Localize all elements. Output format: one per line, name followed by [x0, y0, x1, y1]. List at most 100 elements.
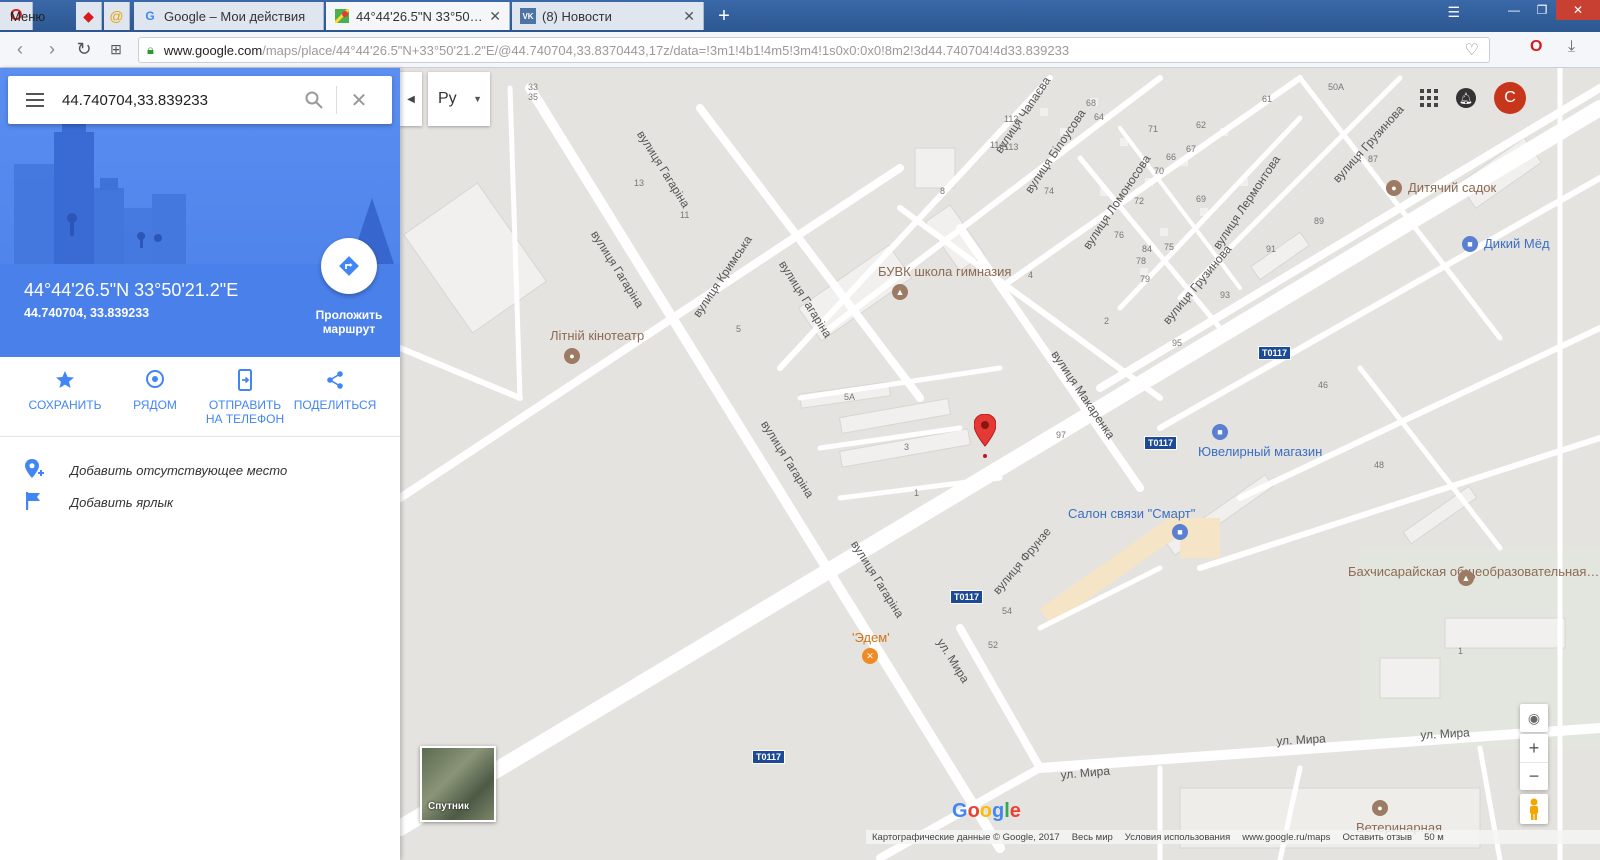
tab-title: 44°44'26.5"N 33°50'21.2"E: [356, 8, 483, 24]
nearby-icon: [110, 368, 200, 392]
school-icon[interactable]: ▲: [892, 284, 908, 300]
flag-icon: [24, 491, 70, 514]
landmark-icon[interactable]: ●: [1386, 180, 1402, 196]
search-icon[interactable]: [292, 76, 336, 124]
add-location-icon: [24, 458, 70, 483]
place-actions: СОХРАНИТЬ РЯДОМ ОТПРАВИТЬ НА ТЕЛЕФОН ПОД…: [0, 368, 400, 436]
tab-title: Google – Мои действия: [164, 8, 306, 24]
send-to-phone-icon: [200, 368, 290, 392]
new-tab-button[interactable]: +: [712, 2, 736, 30]
map-roads-layer: [400, 68, 1600, 860]
road-shield: T0117: [950, 590, 984, 604]
lock-icon: 🔒︎: [147, 42, 154, 57]
url-field[interactable]: 🔒︎ www.google.com /maps/place/44°44'26.5…: [138, 37, 1490, 63]
scale-label: 50 м: [1424, 831, 1444, 843]
speed-dial-icon[interactable]: ⊞: [100, 34, 132, 66]
share-button[interactable]: ПОДЕЛИТЬСЯ: [290, 368, 380, 436]
footer-link-site[interactable]: www.google.ru/maps: [1242, 832, 1330, 843]
google-apps-icon[interactable]: [1420, 89, 1438, 107]
zoom-in-button[interactable]: +: [1520, 734, 1548, 762]
collapse-panel-button[interactable]: ◀: [400, 72, 422, 126]
back-icon[interactable]: ‹: [4, 34, 36, 66]
landmark-icon[interactable]: ●: [1372, 800, 1388, 816]
nearby-label: РЯДОМ: [133, 398, 177, 412]
satellite-toggle[interactable]: Спутник: [420, 746, 496, 822]
at-sign-icon: @: [109, 8, 124, 24]
forward-icon[interactable]: ›: [36, 34, 68, 66]
mitsubishi-logo-icon: ◆: [83, 7, 94, 24]
add-label-link[interactable]: Добавить ярлык: [24, 486, 173, 518]
zoom-out-button[interactable]: −: [1520, 762, 1548, 790]
tab-google-activity[interactable]: G Google – Мои действия: [134, 2, 324, 30]
panel-divider: [0, 436, 400, 437]
nearby-button[interactable]: РЯДОМ: [110, 368, 200, 436]
my-location-icon[interactable]: ◉: [1520, 704, 1548, 732]
star-icon: [20, 368, 110, 392]
opera-menu-button[interactable]: O Меню: [0, 2, 45, 30]
zoom-controls: + −: [1520, 734, 1548, 790]
browser-tab-bar: O Меню ◆ @ G Google – Мои действия 44°44…: [0, 0, 1600, 32]
school-icon[interactable]: ▲: [1458, 570, 1474, 586]
shopping-bag-icon[interactable]: ■: [1462, 236, 1478, 252]
landmark-icon[interactable]: ●: [564, 348, 580, 364]
address-bar-row: ‹ › ↻ ⊞ 🔒︎ www.google.com /maps/place/44…: [0, 32, 1600, 68]
hamburger-menu-icon[interactable]: [8, 76, 62, 124]
satellite-label: Спутник: [428, 801, 470, 812]
pinned-tab-mitsubishi[interactable]: ◆: [76, 2, 102, 30]
vk-icon: VK: [520, 8, 536, 24]
place-title: 44°44'26.5"N 33°50'21.2"E: [24, 280, 239, 300]
footer-link-world[interactable]: Весь мир: [1072, 832, 1113, 843]
search-box: ✕: [8, 76, 392, 124]
add-missing-place-link[interactable]: Добавить отсутствующее место: [24, 454, 287, 486]
footer-link-terms[interactable]: Условия использования: [1125, 832, 1230, 843]
shopping-bag-icon[interactable]: ■: [1212, 424, 1228, 440]
url-host: www.google.com: [163, 42, 263, 58]
opera-turbo-icon[interactable]: O: [1530, 38, 1542, 56]
close-tab-icon[interactable]: ✕: [683, 8, 695, 25]
save-button[interactable]: СОХРАНИТЬ: [20, 368, 110, 436]
road-shield: T0117: [752, 750, 786, 764]
close-tab-icon[interactable]: ✕: [489, 8, 501, 25]
tab-title: (8) Новости: [542, 8, 612, 24]
download-icon[interactable]: ⤓: [1568, 38, 1575, 56]
directions-label[interactable]: Проложить маршрут: [304, 308, 394, 336]
close-window-icon[interactable]: ✕: [1556, 0, 1600, 20]
send-to-phone-label: ОТПРАВИТЬ НА ТЕЛЕФОН: [205, 398, 285, 426]
google-maps-icon: [334, 8, 350, 24]
account-avatar[interactable]: С: [1494, 82, 1526, 114]
add-missing-place-label: Добавить отсутствующее место: [70, 462, 288, 478]
language-selector[interactable]: Ру ▼: [428, 72, 490, 126]
tab-vk-news[interactable]: VK (8) Новости ✕: [512, 2, 704, 30]
directions-icon: [339, 256, 359, 276]
search-input[interactable]: [62, 91, 292, 109]
maximize-icon[interactable]: ❐: [1528, 0, 1556, 20]
window-controls: — ❐ ✕: [1500, 0, 1600, 20]
clear-search-icon[interactable]: ✕: [337, 76, 381, 124]
map-attribution: Картографические данные © Google, 2017: [872, 831, 1060, 843]
google-g-icon: G: [145, 9, 155, 23]
bookmark-heart-icon[interactable]: ♡: [1465, 40, 1479, 60]
notifications-bell-icon[interactable]: 🔔︎: [1456, 88, 1476, 108]
map-canvas[interactable]: вулиця Гагаріна вулиця Гагаріна вулиця Г…: [400, 68, 1600, 860]
restaurant-icon[interactable]: ✕: [862, 648, 878, 664]
pinned-tab-mail[interactable]: @: [104, 2, 130, 30]
reload-icon[interactable]: ↻: [68, 34, 100, 66]
directions-button[interactable]: [321, 238, 377, 294]
location-pin-icon[interactable]: [974, 414, 996, 460]
share-label: ПОДЕЛИТЬСЯ: [293, 398, 377, 412]
tab-menu-icon[interactable]: ☰: [1447, 4, 1460, 21]
chevron-down-icon: ▼: [473, 94, 482, 104]
street-view-pegman-icon[interactable]: [1520, 794, 1548, 824]
account-controls: 🔔︎ С: [1420, 82, 1526, 114]
save-label: СОХРАНИТЬ: [28, 398, 102, 412]
footer-link-feedback[interactable]: Оставить отзыв: [1342, 832, 1412, 843]
share-icon: [290, 368, 380, 392]
minimize-icon[interactable]: —: [1500, 0, 1528, 20]
send-to-phone-button[interactable]: ОТПРАВИТЬ НА ТЕЛЕФОН: [200, 368, 290, 436]
road-shield: T0117: [1144, 436, 1178, 450]
url-path: /maps/place/44°44'26.5"N+33°50'21.2"E/@4…: [262, 42, 1070, 58]
place-decimal-coords: 44.740704, 33.839233: [24, 306, 150, 320]
shopping-bag-icon[interactable]: ■: [1172, 524, 1188, 540]
add-label-label: Добавить ярлык: [70, 494, 174, 510]
tab-google-maps[interactable]: 44°44'26.5"N 33°50'21.2"E ✕: [326, 2, 510, 30]
